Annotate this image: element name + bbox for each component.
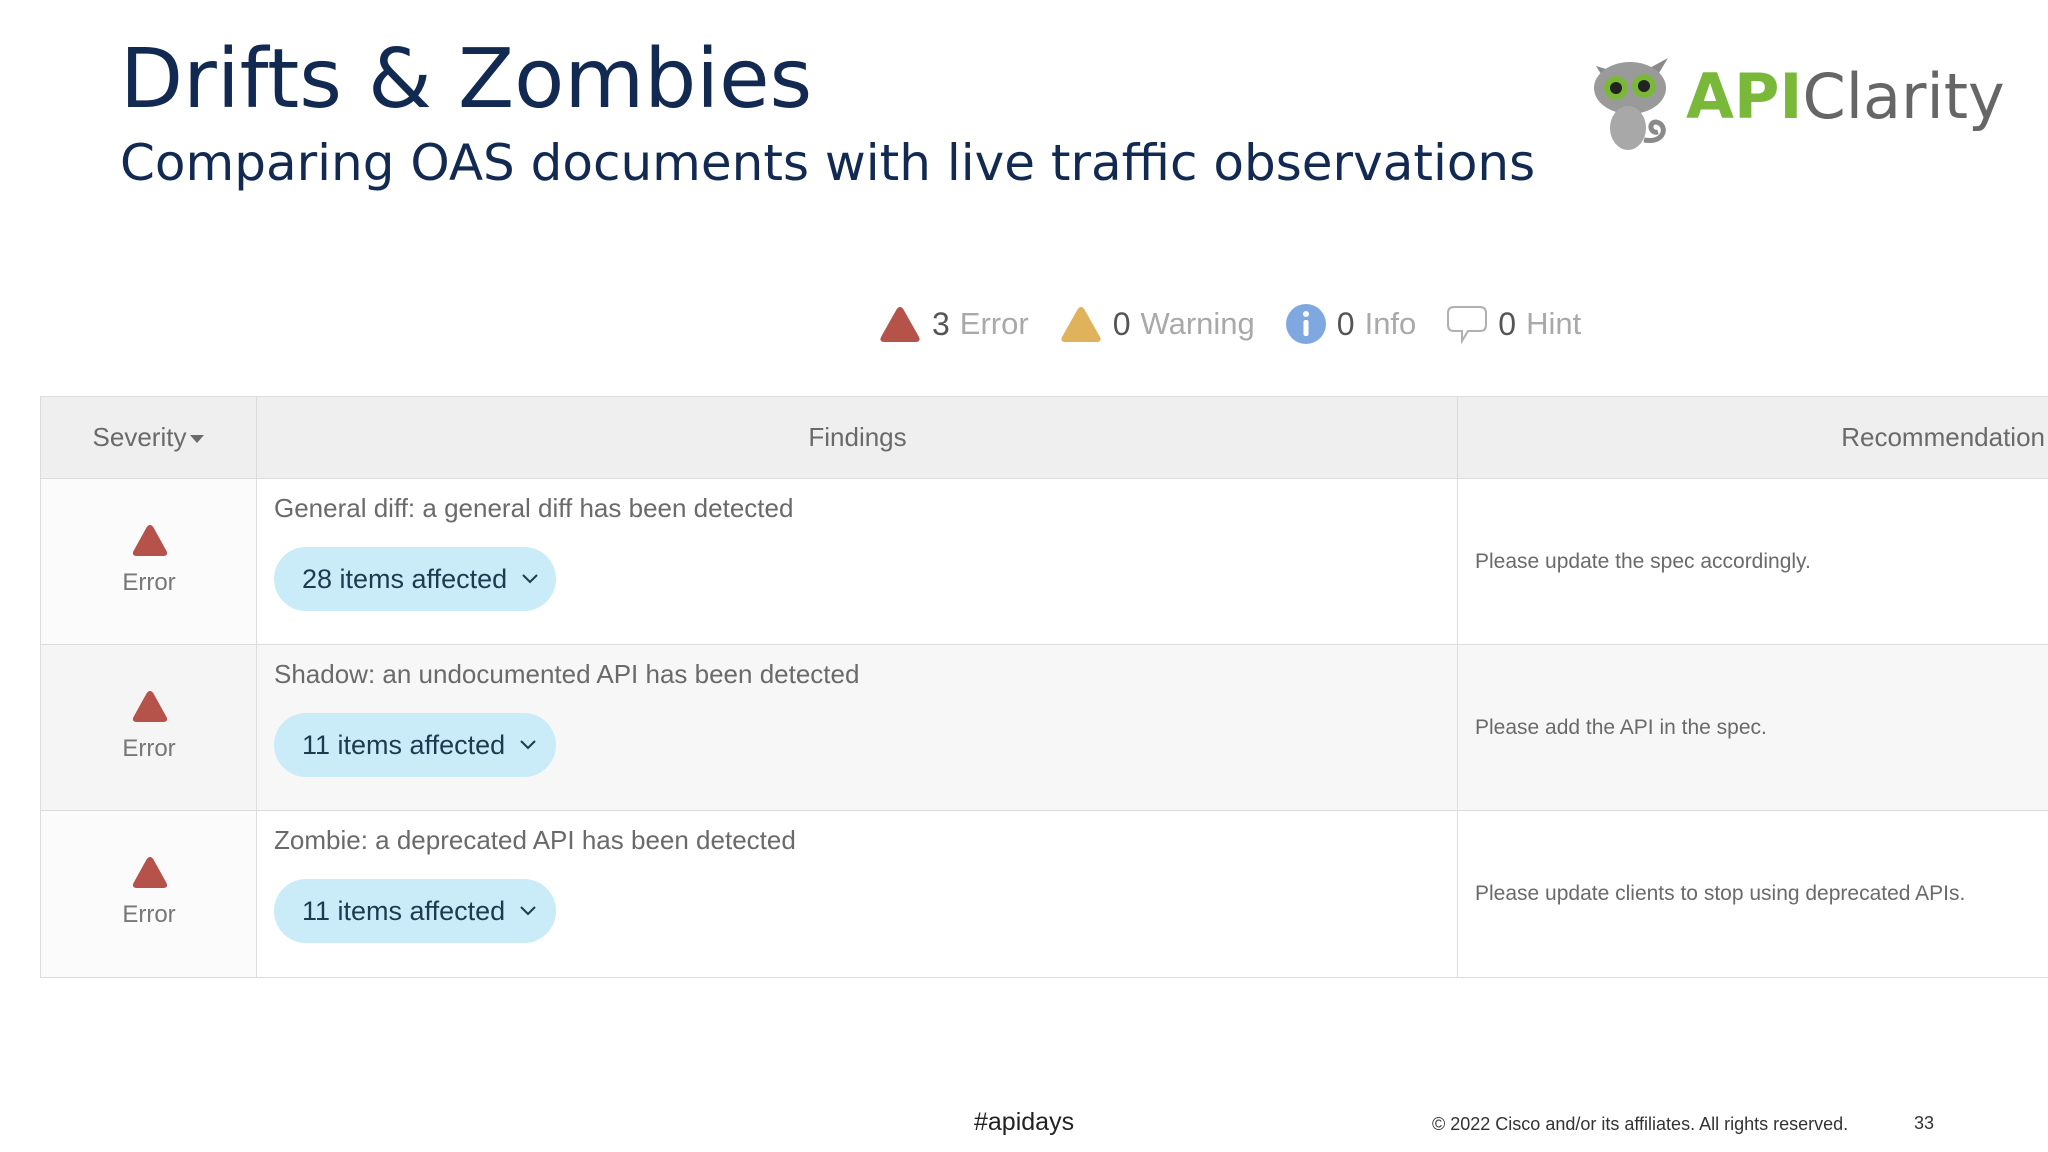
slide-title: Drifts & Zombies [120, 32, 813, 127]
table-row: Error General diff: a general diff has b… [41, 479, 2048, 645]
items-affected-button[interactable]: 11 items affected [274, 879, 556, 943]
recommendation-column-header: Recommendation [1841, 422, 2045, 452]
items-affected-button[interactable]: 11 items affected [274, 713, 556, 777]
severity-label: Error [122, 569, 176, 596]
hint-label: Hint [1526, 306, 1582, 341]
severity-cell: Error [41, 811, 257, 977]
findings-table: Severity Findings Recommendation Error G… [40, 396, 2048, 978]
severity-label: Error [122, 901, 176, 928]
chevron-down-icon [520, 740, 536, 750]
chevron-down-icon [522, 574, 538, 584]
warning-label: Warning [1140, 306, 1255, 341]
error-triangle-icon [880, 307, 920, 342]
severity-header-label: Severity [92, 422, 187, 452]
cat-mascot-icon [1594, 58, 1668, 150]
sort-caret-icon [190, 435, 205, 444]
severity-summary: 3 Error 0 Warning 0 Info 0 Hint [878, 296, 1581, 352]
speech-bubble-icon [1447, 306, 1488, 345]
finding-text: Shadow: an undocumented API has been det… [274, 659, 860, 689]
severity-cell: Error [41, 479, 257, 644]
logo-api-text: API [1686, 60, 1803, 133]
items-affected-label: 28 items affected [302, 563, 508, 594]
warning-count: 0 [1112, 305, 1131, 342]
summary-error[interactable]: 3 Error [878, 304, 1029, 344]
recommendation-cell: Please update clients to stop using depr… [1459, 811, 2048, 977]
summary-info[interactable]: 0 Info [1285, 303, 1417, 345]
recommendation-text: Please update the spec accordingly. [1475, 549, 1811, 573]
finding-cell: General diff: a general diff has been de… [258, 479, 1458, 644]
page-number: 33 [1914, 1113, 1935, 1133]
error-triangle-icon [132, 691, 168, 722]
hint-count: 0 [1498, 305, 1517, 342]
recommendation-text: Please add the API in the spec. [1475, 715, 1767, 739]
table-row: Error Shadow: an undocumented API has be… [41, 645, 2048, 811]
apiclarity-logo: APIClarity [1582, 48, 2005, 158]
footer-hashtag: #apidays [974, 1108, 1075, 1136]
summary-hint[interactable]: 0 Hint [1446, 303, 1581, 345]
info-circle-icon [1285, 304, 1326, 344]
error-label: Error [959, 306, 1029, 341]
finding-cell: Shadow: an undocumented API has been det… [258, 645, 1458, 810]
footer-copyright: © 2022 Cisco and/or its affiliates. All … [1432, 1114, 1849, 1134]
severity-cell: Error [41, 645, 257, 810]
summary-warning[interactable]: 0 Warning [1059, 304, 1255, 344]
findings-column-header: Findings [258, 397, 1458, 478]
table-row: Error Zombie: a deprecated API has been … [41, 811, 2048, 977]
severity-label: Error [122, 735, 176, 762]
items-affected-label: 11 items affected [302, 895, 506, 926]
error-triangle-icon [132, 857, 168, 888]
table-header: Severity Findings Recommendation [41, 397, 2048, 479]
error-count: 3 [932, 305, 950, 342]
recommendation-text: Please update clients to stop using depr… [1475, 882, 1966, 905]
info-count: 0 [1336, 305, 1355, 342]
severity-column-header[interactable]: Severity [41, 397, 257, 478]
info-label: Info [1364, 306, 1417, 341]
finding-text: Zombie: a deprecated API has been detect… [274, 825, 796, 855]
items-affected-label: 11 items affected [302, 729, 506, 760]
finding-cell: Zombie: a deprecated API has been detect… [258, 811, 1458, 977]
recommendation-cell: Please update the spec accordingly. [1459, 479, 2048, 644]
finding-text: General diff: a general diff has been de… [274, 493, 794, 523]
chevron-down-icon [520, 906, 536, 916]
logo-clarity-text: Clarity [1802, 60, 2005, 133]
warning-triangle-icon [1061, 307, 1101, 342]
recommendation-cell: Please add the API in the spec. [1459, 645, 2048, 810]
error-triangle-icon [132, 525, 168, 556]
items-affected-button[interactable]: 28 items affected [274, 547, 556, 611]
slide-subtitle: Comparing OAS documents with live traffi… [120, 134, 1536, 192]
